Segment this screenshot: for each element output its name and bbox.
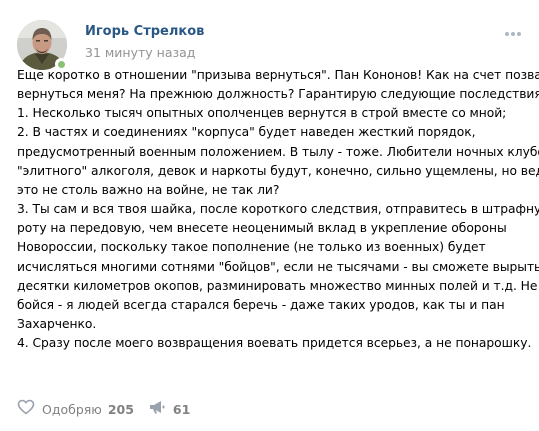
post-text-line: Еще коротко в отношении "призыва вернуть…: [17, 68, 539, 82]
post-actions: Одобряю 205 61: [17, 398, 204, 420]
post-text-line: бойся - я людей всегда старался беречь -…: [17, 297, 505, 312]
post-text-line: 3. Ты сам и вся твоя шайка, после коротк…: [17, 202, 539, 217]
like-label: Одобряю: [42, 401, 102, 417]
post-text-line: это не столь важно на войне, не так ли?: [17, 182, 280, 197]
post-text-line: десятки километров окопов, разминировать…: [17, 278, 538, 293]
post-text-line: Новороссии, поскольку такое пополнение (…: [17, 240, 486, 255]
post-text-line: исчисляться многими сотнями "бойцов", ес…: [17, 259, 539, 274]
share-count: 61: [172, 401, 191, 417]
post-menu-button[interactable]: [501, 26, 525, 42]
more-icon: [505, 32, 521, 36]
like-count: 205: [107, 401, 134, 417]
post-text-line: 1. Несколько тысяч опытных ополченцев ве…: [17, 106, 507, 121]
author-name-link[interactable]: Игорь Стрелков: [85, 24, 204, 39]
post-text-line: 4. Сразу после моего возвращения воевать…: [17, 336, 532, 351]
post-timestamp[interactable]: 31 минуту назад: [85, 45, 195, 60]
megaphone-icon: [148, 399, 166, 419]
post-text-line: "элитного" алкоголя, девок и наркоты буд…: [17, 163, 539, 178]
post-text: Еще коротко в отношении "призыва вернуть…: [17, 66, 539, 353]
heart-icon: [17, 399, 35, 419]
like-button[interactable]: Одобряю 205: [17, 399, 134, 419]
wall-post: Игорь Стрелков 31 минуту назад Еще корот…: [0, 0, 539, 431]
share-button[interactable]: 61: [148, 399, 190, 419]
post-text-line: предусмотренный военным положением. В ты…: [17, 144, 539, 159]
post-text-line: вернуться меня? На прежнюю должность? Га…: [17, 87, 539, 102]
post-text-line: Захарченко.: [17, 317, 97, 332]
post-text-line: роту на передовую, чем внесете неоценимы…: [17, 221, 507, 236]
post-text-line: 2. В частях и соединениях "корпуса" буде…: [17, 125, 476, 140]
